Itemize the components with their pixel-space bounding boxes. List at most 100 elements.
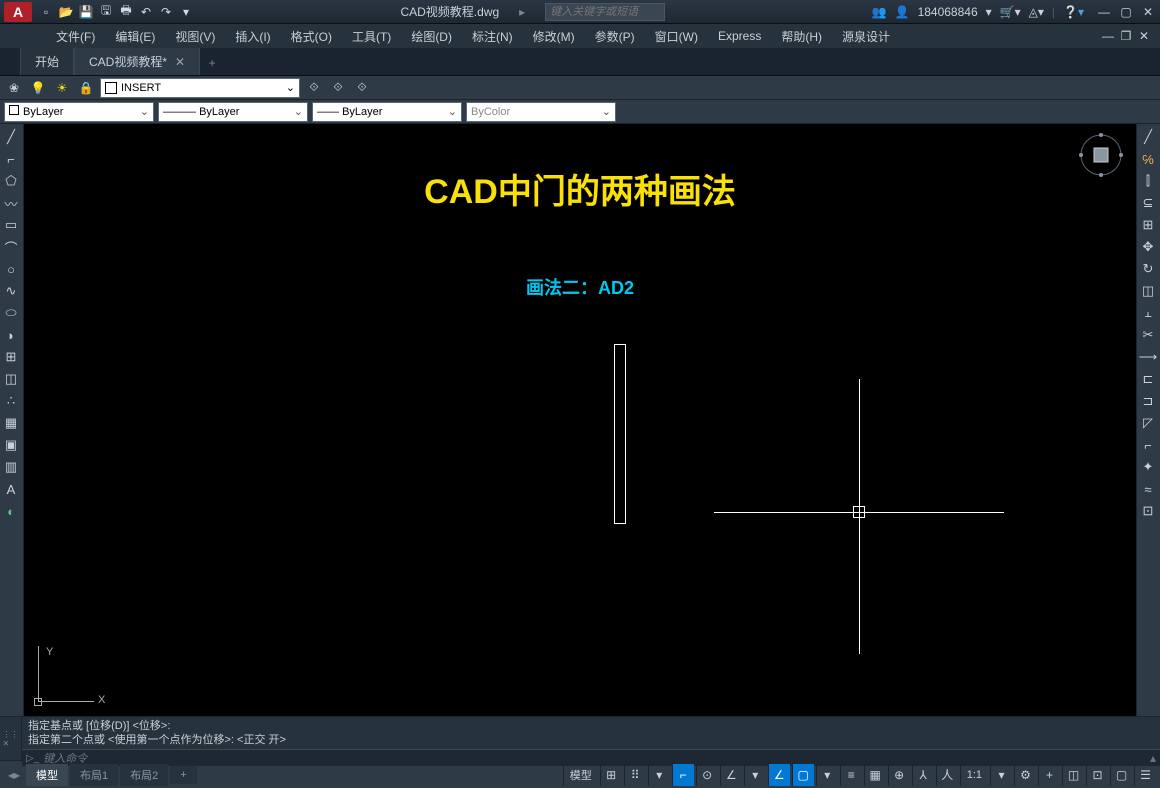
menu-dimension[interactable]: 标注(N): [462, 24, 523, 48]
line-icon[interactable]: ╱: [0, 126, 22, 148]
chamfer-icon[interactable]: ◸: [1137, 412, 1159, 434]
maximize-icon[interactable]: ▢: [1118, 4, 1134, 20]
scale-value[interactable]: 1:1: [960, 764, 988, 786]
command-handle[interactable]: ⋮⋮✕: [0, 717, 22, 760]
ellipsearc-icon[interactable]: ◗: [0, 324, 22, 346]
save-icon[interactable]: 💾: [78, 4, 94, 20]
cart-icon[interactable]: 🛒▾: [1000, 5, 1021, 19]
menu-source[interactable]: 源泉设计: [832, 24, 900, 48]
plot-icon[interactable]: 🖶: [118, 4, 134, 20]
ellipse-icon[interactable]: ⬭: [0, 302, 22, 324]
menu-help[interactable]: 帮助(H): [771, 24, 832, 48]
doc-minimize-icon[interactable]: —: [1100, 28, 1116, 44]
layout1-tab[interactable]: 布局1: [70, 764, 118, 786]
command-history[interactable]: 指定基点或 [位移(D)] <位移>: 指定第二个点或 <使用第一个点作为位移>…: [22, 717, 1160, 749]
snap-icon[interactable]: ⠿: [624, 764, 646, 786]
menu-view[interactable]: 视图(V): [165, 24, 225, 48]
move-icon[interactable]: ✥: [1137, 236, 1159, 258]
doc-close-icon[interactable]: ✕: [1136, 28, 1152, 44]
saveas-icon[interactable]: 🖫: [98, 4, 114, 20]
layer-combo[interactable]: INSERT ⌄: [100, 78, 300, 98]
text-icon[interactable]: A: [0, 478, 22, 500]
menu-window[interactable]: 窗口(W): [645, 24, 708, 48]
open-icon[interactable]: 📂: [58, 4, 74, 20]
annoscale-icon[interactable]: 人: [936, 764, 958, 786]
user-name[interactable]: 184068846: [918, 5, 978, 19]
array-icon[interactable]: ⊞: [1137, 214, 1159, 236]
layer-tool3-icon[interactable]: ⟐: [352, 78, 372, 98]
model-tab[interactable]: 模型: [26, 764, 68, 786]
trim-icon[interactable]: ✂: [1137, 324, 1159, 346]
menu-draw[interactable]: 绘图(D): [401, 24, 462, 48]
new-icon[interactable]: ▫: [38, 4, 54, 20]
break-icon[interactable]: ⊏: [1137, 368, 1159, 390]
hardware-icon[interactable]: ⊡: [1086, 764, 1108, 786]
layer-tool1-icon[interactable]: ⟐: [304, 78, 324, 98]
plotstyle-combo[interactable]: ByColor⌄: [466, 102, 616, 122]
app-icon[interactable]: ◬▾: [1029, 5, 1044, 19]
layout2-tab[interactable]: 布局2: [120, 764, 168, 786]
menu-format[interactable]: 格式(O): [281, 24, 342, 48]
point-icon[interactable]: ∴: [0, 390, 22, 412]
close-icon[interactable]: ✕: [1140, 4, 1156, 20]
redo-icon[interactable]: ↷: [158, 4, 174, 20]
tool-extra-icon[interactable]: ◐: [0, 500, 22, 522]
menu-edit[interactable]: 编辑(E): [105, 24, 165, 48]
linetype-combo[interactable]: ——— ByLayer⌄: [158, 102, 308, 122]
iso-icon[interactable]: ◫: [1062, 764, 1084, 786]
clean-icon[interactable]: ▢: [1110, 764, 1132, 786]
minimize-icon[interactable]: —: [1096, 4, 1112, 20]
rotate-icon[interactable]: ↻: [1137, 258, 1159, 280]
mirror-icon[interactable]: ⫿: [1137, 170, 1159, 192]
menu-parametric[interactable]: 参数(P): [585, 24, 645, 48]
insert-icon[interactable]: ⊞: [0, 346, 22, 368]
app-logo[interactable]: A: [4, 2, 32, 22]
rectangle-icon[interactable]: ▭: [0, 214, 22, 236]
tab-add-icon[interactable]: +: [200, 51, 224, 75]
transparency-icon[interactable]: ≡: [840, 764, 862, 786]
spline-icon[interactable]: ∿: [0, 280, 22, 302]
infer-icon[interactable]: ▾: [648, 764, 670, 786]
ortho-icon[interactable]: ⌐: [672, 764, 694, 786]
osnap-icon[interactable]: ▾: [744, 764, 766, 786]
workspace-icon[interactable]: ⚙: [1014, 764, 1036, 786]
layer-freeze-icon[interactable]: ☀: [52, 78, 72, 98]
status-model[interactable]: 模型: [563, 764, 598, 786]
lineweight-icon[interactable]: ▾: [816, 764, 838, 786]
search-input[interactable]: [545, 3, 665, 21]
tab-close-icon[interactable]: ✕: [175, 55, 185, 69]
polygon-icon[interactable]: ⬠: [0, 170, 22, 192]
extend-icon[interactable]: ⟶: [1137, 346, 1159, 368]
region-icon[interactable]: ▣: [0, 434, 22, 456]
arc-icon[interactable]: ⌒: [0, 236, 22, 258]
extra-icon[interactable]: ⊡: [1137, 500, 1159, 522]
viewcube[interactable]: [1076, 130, 1126, 180]
help-icon[interactable]: ❔▾: [1063, 5, 1084, 19]
block-icon[interactable]: ◫: [0, 368, 22, 390]
polyline-icon[interactable]: ⌐: [0, 148, 22, 170]
menu-file[interactable]: 文件(F): [46, 24, 105, 48]
doc-restore-icon[interactable]: ❐: [1118, 28, 1134, 44]
scale-icon[interactable]: ◫: [1137, 280, 1159, 302]
stretch-icon[interactable]: ⫠: [1137, 302, 1159, 324]
scale-dropdown-icon[interactable]: ▾: [990, 764, 1012, 786]
polar-icon[interactable]: ⊙: [696, 764, 718, 786]
menu-tools[interactable]: 工具(T): [342, 24, 401, 48]
user-dropdown-icon[interactable]: ▾: [986, 5, 992, 19]
user-icon[interactable]: 👤: [895, 5, 910, 19]
layer-on-icon[interactable]: 💡: [28, 78, 48, 98]
tab-document[interactable]: CAD视频教程* ✕: [74, 47, 200, 75]
osnap2-icon[interactable]: ▢: [792, 764, 814, 786]
cycling-icon[interactable]: ▦: [864, 764, 886, 786]
isodraft-icon[interactable]: ∠: [720, 764, 742, 786]
explode-icon[interactable]: ✦: [1137, 456, 1159, 478]
layout-add-icon[interactable]: +: [170, 766, 196, 784]
grid-icon[interactable]: ⊞: [600, 764, 622, 786]
tab-start[interactable]: 开始: [20, 47, 74, 75]
qat-more-icon[interactable]: ▾: [178, 4, 194, 20]
autoscale-icon[interactable]: ⅄: [912, 764, 934, 786]
pline-icon[interactable]: 〰: [0, 192, 22, 214]
layout-prev-icon[interactable]: ◂▸: [4, 768, 24, 782]
menu-insert[interactable]: 插入(I): [225, 24, 280, 48]
undo-icon[interactable]: ↶: [138, 4, 154, 20]
